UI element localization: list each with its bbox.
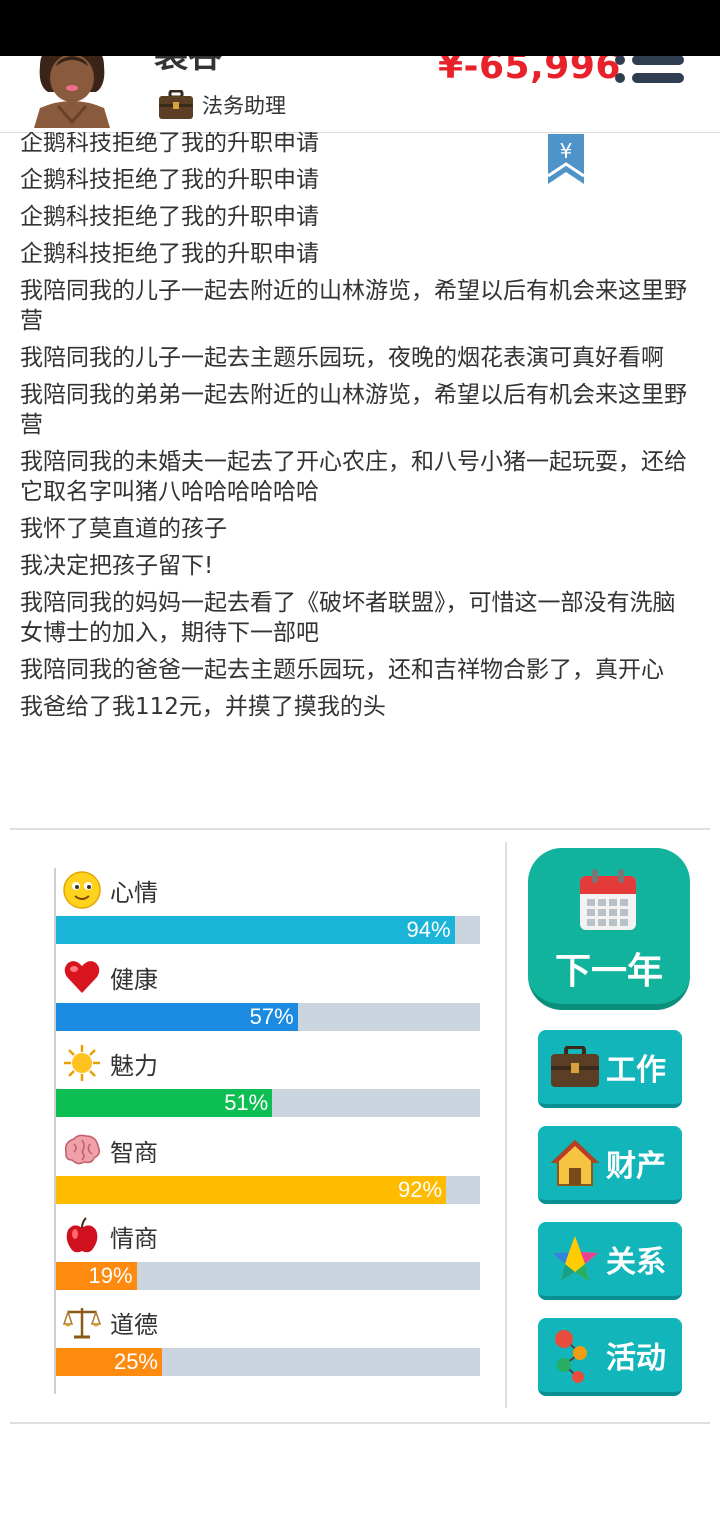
- next-year-label: 下一年: [554, 951, 663, 992]
- log-entry: 企鹅科技拒绝了我的升职申请: [20, 132, 319, 156]
- stat-bar-fill: 92%: [56, 1176, 447, 1204]
- apple-icon: [66, 1217, 98, 1253]
- stat-value: 94%: [406, 917, 451, 942]
- stat-value: 51%: [224, 1090, 269, 1115]
- stat-label: 健康: [110, 965, 158, 994]
- activities-label: 活动: [606, 1341, 666, 1376]
- log-entry: 企鹅科技拒绝了我的升职申请: [20, 241, 319, 267]
- stat-label: 心情: [110, 878, 158, 907]
- stat-bar-fill: 57%: [56, 1003, 298, 1031]
- stat-morality: 道德 25%: [56, 1300, 480, 1384]
- stat-label: 智商: [110, 1138, 158, 1167]
- money-balance: ¥-65,996: [438, 56, 621, 87]
- brain-icon: [64, 1134, 101, 1165]
- section-divider: [10, 828, 710, 830]
- star-icon: [552, 1236, 598, 1281]
- stat-label: 魅力: [110, 1051, 158, 1080]
- log-entry: 我陪同我的儿子一起去主题乐园玩，夜晚的烟花表演可真好看啊: [20, 345, 664, 371]
- log-entry: 我陪同我的妈妈一起去看了《破坏者联盟》，可惜这一部没有洗脑女博士的加入，期待下一…: [20, 590, 676, 646]
- stat-bar: 25%: [56, 1348, 480, 1376]
- job-title: 法务助理: [158, 88, 286, 122]
- stat-label: 情商: [110, 1224, 158, 1253]
- relations-label: 关系: [606, 1245, 666, 1280]
- money-bookmark-icon[interactable]: ¥: [546, 134, 586, 186]
- calendar-icon: [580, 869, 636, 930]
- player-name: 裘谷: [154, 56, 222, 76]
- sun-icon: [64, 1045, 100, 1081]
- status-bar: [0, 0, 720, 56]
- log-entry: 企鹅科技拒绝了我的升职申请: [20, 167, 319, 193]
- house-icon: [550, 1139, 600, 1186]
- stat-label: 道德: [110, 1310, 158, 1339]
- stat-value: 57%: [249, 1004, 294, 1029]
- molecule-icon: [555, 1330, 587, 1383]
- stat-bar: 94%: [56, 916, 480, 944]
- stat-bar-fill: 19%: [56, 1262, 137, 1290]
- section-divider: [10, 1422, 710, 1424]
- stat-value: 92%: [398, 1177, 443, 1202]
- stat-bar-fill: 94%: [56, 916, 455, 944]
- log-entry: 企鹅科技拒绝了我的升职申请: [20, 204, 319, 230]
- stat-bar-fill: 51%: [56, 1089, 273, 1117]
- column-divider: [505, 842, 507, 1408]
- stat-bar: 57%: [56, 1003, 480, 1031]
- log-entry: 我陪同我的爸爸一起去主题乐园玩，还和吉祥物合影了，真开心: [20, 657, 664, 683]
- menu-icon[interactable]: [610, 56, 690, 94]
- log-entry: 我陪同我的未婚夫一起去了开心农庄，和八号小猪一起玩耍，还给它取名字叫猪八哈哈哈哈…: [20, 449, 687, 505]
- stat-iq: 智商 92%: [56, 1128, 480, 1212]
- briefcase-icon: [551, 1046, 599, 1087]
- stat-mood: 心情 94%: [56, 868, 480, 952]
- stat-bar: 19%: [56, 1262, 480, 1290]
- profile-header: 裘谷 法务助理 ¥-65,996: [0, 56, 720, 133]
- activities-button[interactable]: 活动: [538, 1318, 682, 1396]
- log-entry: 我怀了莫直道的孩子: [20, 516, 227, 542]
- stat-value: 25%: [113, 1349, 158, 1374]
- avatar[interactable]: [26, 56, 118, 128]
- log-entry: 我决定把孩子留下!: [20, 553, 214, 579]
- stat-eq: 情商 19%: [56, 1214, 480, 1298]
- log-entry: 我陪同我的儿子一起去附近的山林游览，希望以后有机会来这里野营: [20, 278, 687, 334]
- relations-button[interactable]: 关系: [538, 1222, 682, 1300]
- scales-icon: [62, 1308, 102, 1339]
- stat-health: 健康 57%: [56, 955, 480, 1039]
- next-year-button[interactable]: 下一年: [528, 848, 690, 1010]
- smiley-icon: [63, 871, 101, 909]
- work-label: 工作: [606, 1053, 666, 1088]
- heart-icon: [64, 961, 100, 993]
- property-label: 财产: [606, 1149, 666, 1184]
- briefcase-icon: [159, 90, 193, 119]
- property-button[interactable]: 财产: [538, 1126, 682, 1204]
- work-button[interactable]: 工作: [538, 1030, 682, 1108]
- attribute-panel: 心情 94% 健康 57% 魅力 51% 智商 92% 情商 19% 道德 25…: [54, 868, 480, 1394]
- log-entry: 我爸给了我112元，并摸了摸我的头: [20, 694, 386, 720]
- stat-bar: 51%: [56, 1089, 480, 1117]
- log-entry: 我陪同我的弟弟一起去附近的山林游览，希望以后有机会来这里野营: [20, 382, 687, 438]
- event-log-list: 企鹅科技拒绝了我的升职申请 企鹅科技拒绝了我的升职申请 企鹅科技拒绝了我的升职申…: [20, 132, 698, 729]
- job-title-text: 法务助理: [202, 94, 286, 118]
- stat-bar: 92%: [56, 1176, 480, 1204]
- stat-charm: 魅力 51%: [56, 1041, 480, 1125]
- stat-value: 19%: [88, 1263, 133, 1288]
- stat-bar-fill: 25%: [56, 1348, 162, 1376]
- bookmark-symbol: ¥: [560, 139, 573, 163]
- event-log[interactable]: 企鹅科技拒绝了我的升职申请 企鹅科技拒绝了我的升职申请 企鹅科技拒绝了我的升职申…: [0, 132, 720, 827]
